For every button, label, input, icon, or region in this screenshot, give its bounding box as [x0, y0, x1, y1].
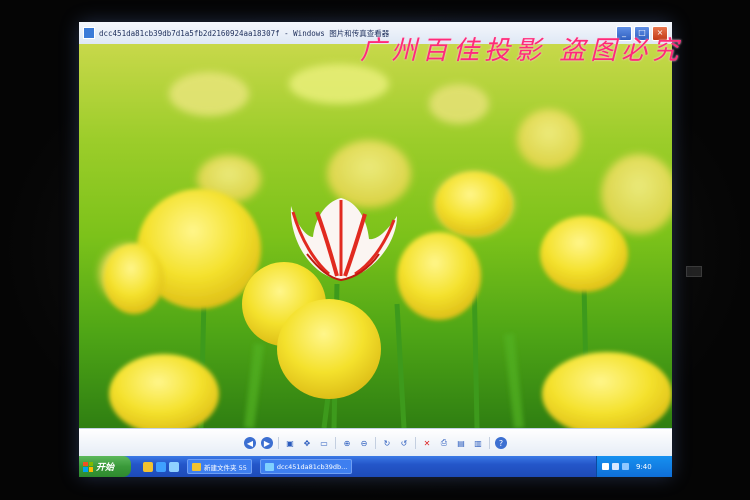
delete-icon[interactable]: ✕	[421, 437, 433, 449]
quick-launch	[143, 461, 179, 472]
next-icon[interactable]: ▶	[261, 437, 273, 449]
picture-icon	[264, 462, 274, 471]
input-method-icon[interactable]	[622, 463, 629, 470]
taskbar-task-folder[interactable]: 新建文件夹 55	[187, 459, 252, 474]
print-icon[interactable]: ⎙	[438, 437, 450, 449]
cable-plug	[686, 266, 702, 277]
best-fit-icon[interactable]: ▣	[284, 437, 296, 449]
task-label: dcc451da81cb39db...	[276, 462, 348, 471]
rotate-right-icon[interactable]: ↻	[381, 437, 393, 449]
network-icon[interactable]	[602, 463, 609, 470]
folder-icon[interactable]	[143, 461, 153, 472]
tulip-photo	[79, 44, 672, 428]
desktop-icon[interactable]	[169, 461, 179, 472]
tulip-photo-illustration	[79, 44, 672, 428]
rotate-left-icon[interactable]: ↺	[398, 437, 410, 449]
taskbar-task-viewer[interactable]: dcc451da81cb39db...	[259, 459, 353, 474]
toolbar-divider	[489, 437, 490, 449]
start-label: 开始	[96, 463, 115, 473]
windows-logo-icon	[83, 461, 93, 472]
clock: 9:40	[636, 462, 652, 471]
app-icon	[83, 27, 95, 39]
watermark-text: 广州百佳投影 盗图必究	[360, 36, 684, 66]
zoom-out-icon[interactable]: ⊖	[358, 437, 370, 449]
folder-icon	[192, 462, 201, 471]
volume-icon[interactable]	[612, 463, 619, 470]
slideshow-icon[interactable]: ▭	[318, 437, 330, 449]
toolbar-divider	[278, 437, 279, 449]
taskbar: 开始 新建文件夹 55 dcc451da81cb39db... 9:40	[79, 456, 672, 477]
open-icon[interactable]: ▥	[472, 437, 484, 449]
help-icon[interactable]: ?	[495, 437, 507, 449]
toolbar-divider	[375, 437, 376, 449]
viewer-toolbar: ◀ ▶ ▣ ✥ ▭ ⊕ ⊖ ↻ ↺ ✕ ⎙ ▤ ▥ ?	[79, 428, 672, 457]
system-tray: 9:40	[596, 456, 672, 477]
projected-screen: dcc451da81cb39db7d1a5fb2d2160924aa18307f…	[79, 22, 672, 477]
save-icon[interactable]: ▤	[455, 437, 467, 449]
previous-icon[interactable]: ◀	[244, 437, 256, 449]
browser-icon[interactable]	[156, 461, 166, 472]
toolbar-divider	[335, 437, 336, 449]
actual-size-icon[interactable]: ✥	[301, 437, 313, 449]
task-label: 新建文件夹 55	[204, 463, 247, 472]
zoom-in-icon[interactable]: ⊕	[341, 437, 353, 449]
start-button[interactable]: 开始	[79, 456, 131, 477]
toolbar-divider	[415, 437, 416, 449]
